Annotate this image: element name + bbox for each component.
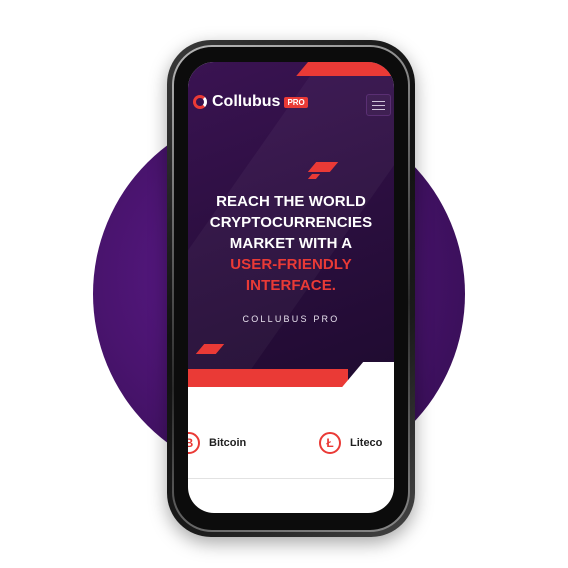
hamburger-menu-icon <box>372 100 385 102</box>
collubus-logo-icon <box>193 95 207 109</box>
brand-logo[interactable]: Collubus PRO <box>193 93 308 111</box>
hamburger-menu-icon-line <box>372 108 385 110</box>
menu-button[interactable] <box>366 94 391 116</box>
brand-name: Collubus <box>212 93 281 110</box>
hero-red-band <box>188 369 348 387</box>
hero-red-stripe-top <box>296 62 394 76</box>
hero-subtitle: COLLUBUS PRO <box>242 314 340 324</box>
hero-headline-line: REACH THE WORLD <box>216 193 366 210</box>
coin-label: Bitcoin <box>209 437 247 449</box>
hamburger-menu-icon-line <box>372 104 385 106</box>
section-divider <box>188 478 394 479</box>
hero-section: Collubus PRO REACH THE WORLD CRYPTOCURRE… <box>188 62 394 382</box>
coin-item-litecoin[interactable]: Ł Liteco <box>319 432 382 454</box>
litecoin-icon: Ł <box>319 432 341 454</box>
coin-label: Liteco <box>350 437 383 449</box>
brand-badge: PRO <box>284 96 308 108</box>
phone-screen: Collubus PRO REACH THE WORLD CRYPTOCURRE… <box>188 62 394 513</box>
coin-item-bitcoin[interactable]: B Bitcoin <box>188 432 246 454</box>
bitcoin-icon: B <box>188 432 200 454</box>
hero-headline-line: MARKET WITH A <box>229 235 353 252</box>
phone-mockup: Collubus PRO REACH THE WORLD CRYPTOCURRE… <box>167 40 415 537</box>
hero-headline: REACH THE WORLD CRYPTOCURRENCIES MARKET … <box>188 191 394 296</box>
hero-headline-line: CRYPTOCURRENCIES <box>209 214 373 231</box>
hero-headline-accent: USER-FRIENDLY INTERFACE. <box>230 256 352 294</box>
